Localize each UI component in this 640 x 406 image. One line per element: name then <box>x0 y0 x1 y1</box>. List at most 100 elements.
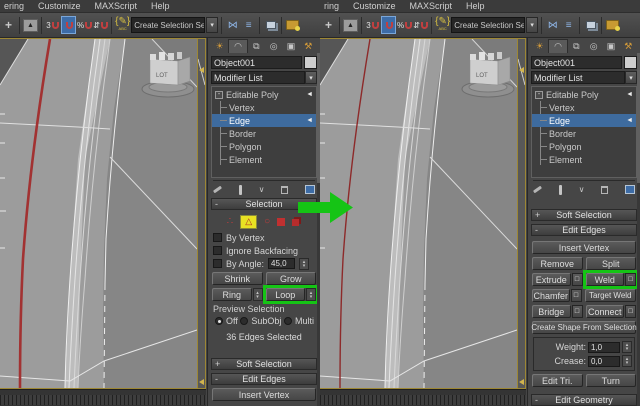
edit-geometry-rollout-header[interactable]: - Edit Geometry <box>531 394 637 406</box>
display-tab-icon[interactable]: ▣ <box>282 39 299 53</box>
bridge-button[interactable]: Bridge <box>532 305 571 318</box>
selection-set-dropdown[interactable]: Create Selection Se <box>451 17 526 33</box>
track-bar[interactable] <box>320 389 526 406</box>
pin-stack-icon[interactable] <box>212 185 223 194</box>
stack-row-editable-poly[interactable]: - Editable Poly ◄ <box>212 88 316 101</box>
keyboard-override-icon[interactable]: ▲ <box>343 16 358 34</box>
target-weld-button[interactable]: Target Weld <box>584 289 636 302</box>
dropdown-arrow-icon[interactable]: ▾ <box>625 71 637 84</box>
stack-row-element[interactable]: Element <box>212 153 316 166</box>
connect-button[interactable]: Connect <box>585 305 624 318</box>
vertex-subobject-icon[interactable]: ∴ <box>227 216 233 227</box>
hierarchy-tab-icon[interactable]: ⧉ <box>248 39 265 53</box>
ring-button[interactable]: Ring <box>212 288 252 301</box>
make-unique-icon[interactable]: ∨ <box>579 185 585 194</box>
percent-snap-icon[interactable]: % <box>397 16 413 34</box>
dropdown-arrow-icon[interactable]: ▾ <box>206 17 219 33</box>
track-bar[interactable] <box>0 389 206 406</box>
motion-tab-icon[interactable]: ◎ <box>265 39 282 53</box>
align-icon[interactable]: ≡ <box>561 16 576 34</box>
percent-snap-icon[interactable]: % <box>77 16 93 34</box>
stack-row-edge[interactable]: Edge ◄ <box>212 114 316 127</box>
create-tab-icon[interactable]: ☀ <box>531 39 548 53</box>
bridge-settings-icon[interactable]: □ <box>571 305 583 318</box>
stack-row-border[interactable]: Border <box>532 127 636 140</box>
select-and-move-icon[interactable]: + <box>321 16 336 34</box>
angle-value-field[interactable]: 45,0 <box>268 258 296 269</box>
menu-item-customize[interactable]: Customize <box>353 1 396 11</box>
collapse-box-icon[interactable]: - <box>215 90 223 99</box>
modify-tab-icon[interactable]: ◠ <box>228 39 248 53</box>
mirror-icon[interactable]: ⋈ <box>225 16 240 34</box>
border-subobject-icon[interactable]: ○ <box>264 216 270 227</box>
ignore-backfacing-checkbox[interactable] <box>213 246 222 255</box>
pin-stack-icon[interactable] <box>532 185 543 194</box>
utilities-tab-icon[interactable]: ⚒ <box>620 39 637 53</box>
extrude-settings-icon[interactable]: □ <box>571 273 583 286</box>
select-and-move-icon[interactable]: + <box>1 16 16 34</box>
adjacent-viewport-sliver[interactable] <box>518 39 525 388</box>
container-icon[interactable] <box>605 16 621 34</box>
layer-manager-icon[interactable] <box>263 16 278 34</box>
menu-item-maxscript[interactable]: MAXScript <box>410 1 453 11</box>
insert-vertex-button[interactable]: Insert Vertex <box>532 241 636 254</box>
collapse-box-icon[interactable]: - <box>535 90 543 99</box>
edge-subobject-icon-active[interactable]: △ <box>240 214 258 229</box>
crease-spinner[interactable]: ▴ ▾ <box>622 355 632 367</box>
menu-item-help[interactable]: Help <box>466 1 485 11</box>
loop-button[interactable]: Loop <box>265 288 305 301</box>
angle-snap-icon[interactable] <box>61 16 76 34</box>
remove-button[interactable]: Remove <box>532 257 583 270</box>
align-icon[interactable]: ≡ <box>241 16 256 34</box>
menu-item-help[interactable]: Help <box>151 1 170 11</box>
connect-settings-icon[interactable]: □ <box>625 305 636 318</box>
angle-snap-icon[interactable] <box>381 16 396 34</box>
stack-row-vertex[interactable]: Vertex <box>212 101 316 114</box>
ring-spinner[interactable]: ▴ ▾ <box>252 288 263 301</box>
selection-set-dropdown[interactable]: Create Selection Se <box>131 17 206 33</box>
snap-toggle-icon[interactable]: 3 <box>45 16 60 34</box>
modify-tab-icon[interactable]: ◠ <box>548 39 568 53</box>
polygon-subobject-icon[interactable] <box>277 217 286 226</box>
weight-value-field[interactable]: 1,0 <box>588 341 620 353</box>
stack-row-border[interactable]: Border <box>212 127 316 140</box>
object-name-field[interactable]: Object001 <box>211 56 302 69</box>
named-selection-sets-icon[interactable]: {✎} ABC <box>435 16 450 34</box>
object-color-swatch[interactable] <box>624 56 637 69</box>
split-button[interactable]: Split <box>585 257 636 270</box>
hierarchy-tab-icon[interactable]: ⧉ <box>568 39 585 53</box>
menu-item-customize[interactable]: Customize <box>38 1 81 11</box>
create-shape-button[interactable]: Create Shape From Selection <box>531 321 637 334</box>
angle-spinner[interactable]: ▴ ▾ <box>299 257 310 270</box>
spinner-snap-icon[interactable]: ⇵ <box>413 16 428 34</box>
menu-item-rendering[interactable]: ring <box>324 1 339 11</box>
edit-edges-rollout-header[interactable]: - Edit Edges <box>211 373 317 385</box>
soft-selection-rollout-header[interactable]: + Soft Selection <box>211 358 317 370</box>
menu-item-rendering[interactable]: ering <box>4 1 24 11</box>
loop-spinner[interactable]: ▴ ▾ <box>306 288 316 301</box>
make-unique-icon[interactable]: ∨ <box>259 185 265 194</box>
stack-row-edge[interactable]: Edge ◄ <box>532 114 636 127</box>
dropdown-arrow-icon[interactable]: ▾ <box>305 71 317 84</box>
soft-selection-rollout-header[interactable]: + Soft Selection <box>531 209 637 221</box>
menu-item-maxscript[interactable]: MAXScript <box>95 1 138 11</box>
stack-row-polygon[interactable]: Polygon <box>212 140 316 153</box>
edit-edges-rollout-header[interactable]: - Edit Edges <box>531 224 637 236</box>
motion-tab-icon[interactable]: ◎ <box>585 39 602 53</box>
perspective-viewport[interactable]: LOT <box>0 38 198 389</box>
shrink-button[interactable]: Shrink <box>212 272 263 285</box>
remove-modifier-icon[interactable] <box>601 185 609 194</box>
stack-row-element[interactable]: Element <box>532 153 636 166</box>
grow-button[interactable]: Grow <box>265 272 316 285</box>
preview-off-radio[interactable] <box>215 317 223 325</box>
snap-toggle-icon[interactable]: 3 <box>365 16 380 34</box>
spinner-snap-icon[interactable]: ⇵ <box>93 16 108 34</box>
chamfer-settings-icon[interactable]: □ <box>570 289 582 302</box>
stack-row-polygon[interactable]: Polygon <box>532 140 636 153</box>
preview-subobj-radio[interactable] <box>240 317 249 325</box>
insert-vertex-button[interactable]: Insert Vertex <box>212 388 316 401</box>
utilities-tab-icon[interactable]: ⚒ <box>300 39 317 53</box>
remove-modifier-icon[interactable] <box>281 185 289 194</box>
modifier-list-dropdown[interactable]: Modifier List <box>531 71 625 84</box>
mirror-icon[interactable]: ⋈ <box>545 16 560 34</box>
